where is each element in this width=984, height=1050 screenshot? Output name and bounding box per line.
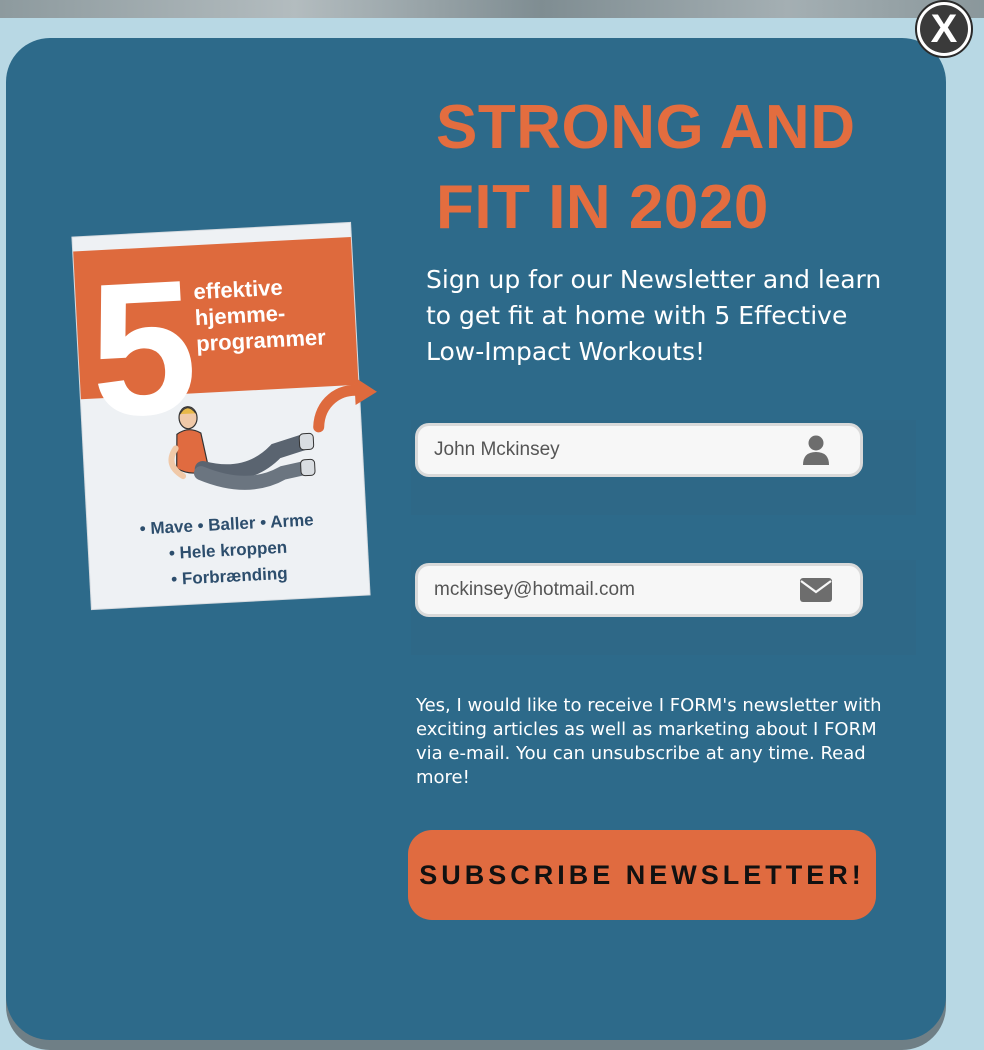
envelope-icon xyxy=(796,570,836,610)
cover-title: effektive hjemme- programmer xyxy=(193,271,357,357)
name-input[interactable] xyxy=(418,438,796,462)
email-input[interactable] xyxy=(418,578,796,602)
name-field-container xyxy=(411,420,916,515)
popup-subtitle: Sign up for our Newsletter and learn to … xyxy=(426,265,882,366)
newsletter-modal: 5 effektive hjemme- programmer • Mave • … xyxy=(6,38,946,1040)
email-field-container xyxy=(411,560,916,655)
cover-bullets-row1: • Mave • Baller • Arme xyxy=(139,510,315,539)
cover-title-line2: hjemme- xyxy=(194,300,286,331)
cover-bullets: • Mave • Baller • Arme • Hele kroppen • … xyxy=(87,505,369,597)
cover-title-line1: effektive xyxy=(192,274,284,305)
exercising-woman-icon xyxy=(168,406,316,490)
email-field[interactable] xyxy=(415,563,863,617)
ebook-cover: 5 effektive hjemme- programmer • Mave • … xyxy=(72,222,377,610)
close-icon: X xyxy=(920,5,968,53)
headline-line2: FIT IN 2020 xyxy=(436,173,769,242)
subscribe-button[interactable]: SUBSCRIBE NEWSLETTER! xyxy=(408,830,876,920)
popup-headline: STRONG AND FIT IN 2020 xyxy=(436,88,936,248)
background-photo-strip xyxy=(0,0,984,18)
cover-title-line3: programmer xyxy=(195,324,327,357)
consent-text: Yes, I would like to receive I FORM's ne… xyxy=(416,695,882,788)
cover-bullets-row2: • Hele kroppen xyxy=(168,537,288,563)
headline-line1: STRONG AND xyxy=(436,93,856,162)
name-field[interactable] xyxy=(415,423,863,477)
cover-bullets-row3: • Forbrænding xyxy=(170,563,289,589)
close-button[interactable]: X xyxy=(915,0,973,58)
curved-arrow-icon xyxy=(313,376,377,433)
user-icon xyxy=(796,430,836,470)
